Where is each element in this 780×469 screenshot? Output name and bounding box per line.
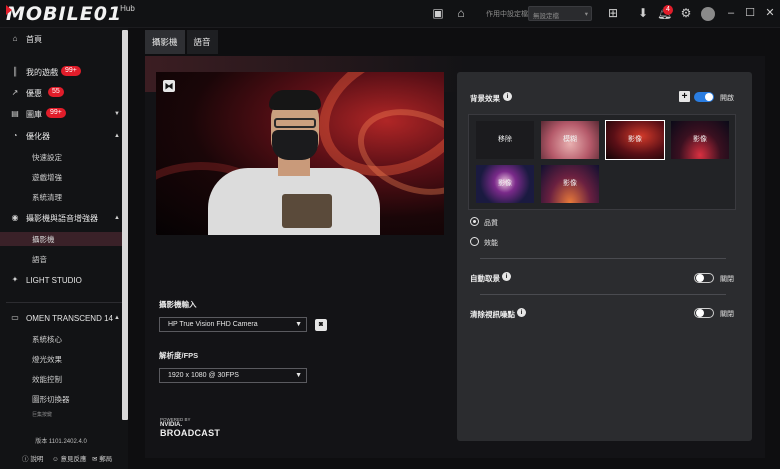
camera-input-select[interactable]: HP True Vision FHD Camera ▼ <box>159 317 307 332</box>
logo-sub: Hub <box>120 4 135 13</box>
sidebar-item-gallery[interactable]: ▤ 圖庫 99+ ▼ <box>0 107 122 121</box>
widget-icon[interactable]: ▣ <box>431 6 445 20</box>
panel-divider <box>480 294 726 295</box>
sidebar-item-lighting[interactable]: 燈光效果 <box>0 352 122 366</box>
sidebar-item-device[interactable]: ▭ OMEN TRANSCEND 14 ▲ <box>0 311 122 325</box>
sidebar-item-camera[interactable]: 攝影機 <box>0 232 122 246</box>
sidebar-item-quick-settings[interactable]: 快速設定 <box>0 150 122 164</box>
chevron-up-icon: ▲ <box>114 133 120 139</box>
camera-preview <box>156 72 444 235</box>
download-icon[interactable]: ⬇ <box>636 6 650 20</box>
effect-image-2[interactable]: 影像 <box>671 121 729 159</box>
games-badge: 99+ <box>61 66 81 76</box>
gallery-badge: 99+ <box>46 108 66 118</box>
sidebar-item-light-studio[interactable]: ✦ LIGHT STUDIO <box>0 273 122 287</box>
sidebar-item-home[interactable]: ⌂ 首頁 <box>0 32 122 46</box>
notification-badge: 4 <box>663 5 673 15</box>
sidebar-item-voice[interactable]: 語音 <box>0 252 122 266</box>
performance-label: 效能 <box>484 240 498 247</box>
auto-frame-toggle[interactable] <box>694 273 714 283</box>
sidebar-divider <box>6 302 122 303</box>
chevron-up-icon: ▲ <box>114 215 120 221</box>
sidebar-item-camera-voice[interactable]: ◉ 攝影機與語音增強器 ▲ <box>0 211 122 225</box>
title-bar: MOBILE01 Hub ▣ ⌂ 作用中設定檔 無設定檔▾ ⊞ ⬇ 🔔︎ 4 ⚙… <box>0 0 780 28</box>
tab-voice[interactable]: 語音 <box>186 30 218 54</box>
version-text: 版本 1101.2402.4.0 <box>35 439 87 445</box>
help-link[interactable]: ⓘ 說明 <box>22 453 43 463</box>
chevron-down-icon: ▼ <box>295 372 302 379</box>
sidebar-item-deals[interactable]: ↗ 優惠 55 <box>0 86 122 100</box>
effect-image-1[interactable]: 影像 <box>605 120 665 160</box>
sidebar-item-performance[interactable]: 效能控制 <box>0 372 122 386</box>
minimize-button[interactable]: – <box>724 6 738 20</box>
laptop-icon: ▭ <box>11 313 19 322</box>
auto-frame-title: 自動取景 <box>470 274 500 283</box>
sidebar-item-my-games[interactable]: ║ 我的遊戲 99+ <box>0 65 122 79</box>
gamepad-icon[interactable]: ⊞ <box>604 6 622 20</box>
sidebar-item-optimizer[interactable]: ◔ 優化器 ▲ <box>0 129 122 143</box>
sidebar-item-system-core[interactable]: 系統核心 <box>0 332 122 346</box>
quality-radio[interactable] <box>470 217 479 226</box>
mail-link[interactable]: ✉ 郵局 <box>92 453 112 463</box>
nvidia-broadcast-logo: POWERED BY NVIDIA. BROADCAST <box>160 417 221 438</box>
speedometer-icon: ◔ <box>12 131 18 140</box>
bg-effect-toggle[interactable] <box>694 92 714 102</box>
sidebar-item-game-boost[interactable]: 遊戲增強 <box>0 170 122 184</box>
fps-select[interactable]: 1920 x 1080 @ 30FPS ▼ <box>159 368 307 383</box>
info-icon[interactable]: i <box>517 308 526 317</box>
tab-camera[interactable]: 攝影機 <box>145 30 185 54</box>
camera-settings-icon[interactable]: ◙ <box>315 319 327 331</box>
chevron-up-icon: ▲ <box>114 315 120 321</box>
effect-image-4[interactable]: 影像 <box>541 165 599 203</box>
home-icon: ⌂ <box>12 34 18 43</box>
logo-arrow-icon <box>6 5 12 15</box>
logo-text: MOBILE01 <box>6 3 123 25</box>
performance-radio[interactable] <box>470 237 479 246</box>
gear-icon[interactable]: ⚙ <box>679 6 693 20</box>
denoise-title: 清除視訊噪點 <box>470 310 515 319</box>
mode-select[interactable]: 無設定檔 ▾ <box>528 6 592 21</box>
denoise-toggle[interactable] <box>694 308 714 318</box>
app-logo[interactable]: MOBILE01 Hub <box>6 3 135 25</box>
gallery-icon: ▤ <box>11 109 19 118</box>
mode-label: 作用中設定檔 <box>486 11 528 18</box>
effect-blur[interactable]: 模糊 <box>541 121 599 159</box>
camera-input-label: 攝影機輸入 <box>159 300 197 309</box>
camera-voice-icon: ◉ <box>11 213 19 222</box>
close-button[interactable]: ✕ <box>763 6 777 20</box>
bg-toggle-label: 開啟 <box>720 95 734 102</box>
bg-effect-title: 背景效果 <box>470 94 500 103</box>
compare-icon[interactable]: ⧓ <box>163 80 175 92</box>
chevron-down-icon: ▼ <box>114 111 120 117</box>
effect-remove[interactable]: 移除 <box>476 121 534 159</box>
chart-icon: ↗ <box>11 88 19 97</box>
avatar[interactable] <box>701 7 715 21</box>
sidebar-item-system-clean[interactable]: 系統清理 <box>0 190 122 204</box>
feedback-link[interactable]: ☺ 意見反應 <box>52 453 86 463</box>
fps-label: 解析度/FPS <box>159 351 199 360</box>
person-silhouette <box>208 84 380 235</box>
home-icon[interactable]: ⌂ <box>454 6 468 20</box>
info-icon[interactable]: i <box>502 272 511 281</box>
tab-bar: 攝影機 語音 <box>145 30 220 54</box>
quality-label: 品質 <box>484 220 498 227</box>
auto-frame-label: 關閉 <box>720 276 734 283</box>
light-icon: ✦ <box>11 275 19 284</box>
panel-divider <box>480 258 726 259</box>
denoise-label: 關閉 <box>720 311 734 318</box>
add-effect-button[interactable]: + <box>679 91 690 102</box>
maximize-button[interactable]: ☐ <box>743 6 757 20</box>
deals-badge: 55 <box>48 87 64 97</box>
sidebar-item-graphics[interactable]: 圖形切換器 <box>0 392 122 406</box>
chevron-down-icon: ▼ <box>295 321 302 328</box>
info-icon[interactable]: i <box>503 92 512 101</box>
library-icon: ║ <box>12 67 18 76</box>
effect-image-3[interactable]: 影像 <box>476 165 534 203</box>
sidebar-item-macro[interactable]: 巨集按鍵 <box>0 409 122 419</box>
